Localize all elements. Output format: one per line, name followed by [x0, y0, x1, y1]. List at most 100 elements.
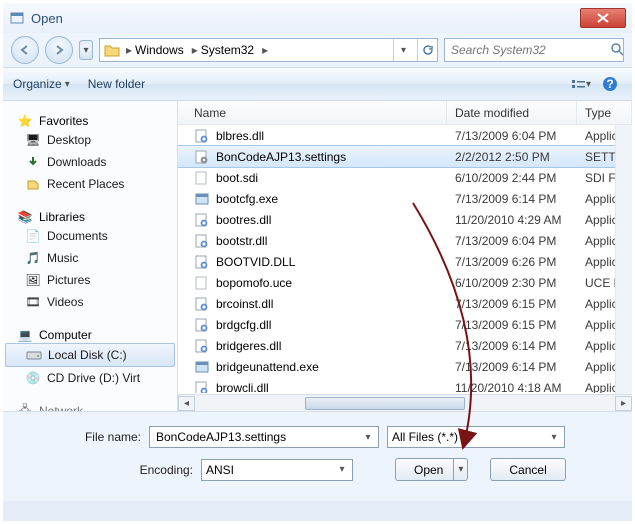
- chevron-down-icon[interactable]: ▾: [334, 462, 350, 478]
- file-icon: [194, 359, 210, 375]
- crumb-windows[interactable]: Windows: [135, 43, 184, 57]
- file-name: brcoinst.dll: [216, 297, 273, 311]
- col-date[interactable]: Date modified: [447, 101, 577, 124]
- file-row[interactable]: bootcfg.exe7/13/2009 6:14 PMApplic: [178, 188, 632, 209]
- encoding-combo[interactable]: ANSI ▾: [201, 459, 353, 481]
- file-icon: [194, 149, 210, 165]
- file-icon: [194, 380, 210, 394]
- file-name: blbres.dll: [216, 129, 264, 143]
- file-date: 7/13/2009 6:15 PM: [447, 297, 577, 311]
- svg-text:?: ?: [606, 77, 613, 91]
- file-name: bridgeres.dll: [216, 339, 281, 353]
- body: ⭐Favorites 🖥Desktop Downloads Recent Pla…: [3, 101, 632, 411]
- file-name: bootcfg.exe: [216, 192, 278, 206]
- file-row[interactable]: boot.sdi6/10/2009 2:44 PMSDI Fil: [178, 167, 632, 188]
- file-row[interactable]: blbres.dll7/13/2009 6:04 PMApplic: [178, 125, 632, 146]
- file-rows[interactable]: blbres.dll7/13/2009 6:04 PMApplicBonCode…: [178, 125, 632, 393]
- refresh-button[interactable]: [417, 39, 437, 61]
- nav-music[interactable]: 🎵Music: [3, 247, 177, 269]
- horizontal-scrollbar[interactable]: ◂ ▸: [178, 394, 632, 411]
- nav-videos[interactable]: 🎞Videos: [3, 291, 177, 313]
- nav-libraries[interactable]: 📚Libraries: [3, 209, 177, 225]
- file-row[interactable]: BonCodeAJP13.settings2/2/2012 2:50 PMSET…: [178, 146, 632, 167]
- file-icon: [194, 233, 210, 249]
- open-button[interactable]: Open▾: [395, 458, 468, 481]
- desktop-icon: 🖥: [25, 132, 41, 148]
- file-row[interactable]: BOOTVID.DLL7/13/2009 6:26 PMApplic: [178, 251, 632, 272]
- window-title: Open: [31, 11, 578, 26]
- search-box[interactable]: [444, 38, 624, 62]
- bottom-panel: File name: ▾ All Files (*.*) ▾ Encoding:…: [3, 411, 632, 501]
- file-row[interactable]: bridgeres.dll7/13/2009 6:14 PMApplic: [178, 335, 632, 356]
- address-bar[interactable]: ▸Windows ▸System32 ▸ ▾: [99, 38, 438, 62]
- encoding-label: Encoding:: [21, 463, 193, 477]
- file-icon: [194, 128, 210, 144]
- col-type[interactable]: Type: [577, 101, 632, 124]
- file-icon: [194, 338, 210, 354]
- file-row[interactable]: bridgeunattend.exe7/13/2009 6:14 PMAppli…: [178, 356, 632, 377]
- open-split-icon[interactable]: ▾: [453, 459, 463, 480]
- organize-menu[interactable]: Organize ▾: [13, 77, 70, 91]
- filename-combo[interactable]: ▾: [149, 426, 379, 448]
- file-name: bootstr.dll: [216, 234, 267, 248]
- scroll-thumb[interactable]: [305, 397, 465, 410]
- file-icon: [194, 212, 210, 228]
- new-folder-button[interactable]: New folder: [88, 77, 145, 91]
- file-name: boot.sdi: [216, 171, 258, 185]
- music-icon: 🎵: [25, 250, 41, 266]
- file-date: 7/13/2009 6:14 PM: [447, 360, 577, 374]
- file-date: 7/13/2009 6:14 PM: [447, 339, 577, 353]
- nav-downloads[interactable]: Downloads: [3, 151, 177, 173]
- nav-pane[interactable]: ⭐Favorites 🖥Desktop Downloads Recent Pla…: [3, 101, 178, 411]
- file-icon: [194, 254, 210, 270]
- scroll-right-button[interactable]: ▸: [615, 396, 632, 411]
- file-row[interactable]: browcli.dll11/20/2010 4:18 AMApplic: [178, 377, 632, 393]
- nav-local-disk-c[interactable]: Local Disk (C:): [5, 343, 175, 367]
- nav-computer[interactable]: 💻Computer: [3, 327, 177, 343]
- col-name[interactable]: Name: [178, 101, 447, 124]
- nav-history-button[interactable]: ▾: [79, 40, 93, 60]
- nav-recent[interactable]: Recent Places: [3, 173, 177, 195]
- open-dialog: Open ▾ ▸Windows ▸System32 ▸ ▾ Organize ▾…: [0, 0, 635, 524]
- computer-icon: 💻: [17, 327, 33, 343]
- file-row[interactable]: bootstr.dll7/13/2009 6:04 PMApplic: [178, 230, 632, 251]
- star-icon: ⭐: [17, 113, 33, 129]
- address-dropdown[interactable]: ▾: [393, 39, 413, 61]
- nav-desktop[interactable]: 🖥Desktop: [3, 129, 177, 151]
- file-date: 11/20/2010 4:29 AM: [447, 213, 577, 227]
- search-icon: [610, 42, 624, 59]
- help-button[interactable]: ?: [598, 73, 622, 95]
- nav-favorites[interactable]: ⭐Favorites: [3, 113, 177, 129]
- close-button[interactable]: [580, 8, 626, 28]
- file-row[interactable]: bootres.dll11/20/2010 4:29 AMApplic: [178, 209, 632, 230]
- nav-pictures[interactable]: 🖼Pictures: [3, 269, 177, 291]
- file-date: 2/2/2012 2:50 PM: [447, 150, 577, 164]
- nav-documents[interactable]: 📄Documents: [3, 225, 177, 247]
- vertical-scrollbar[interactable]: [615, 125, 632, 394]
- network-icon: 🖧: [17, 403, 33, 411]
- scroll-left-button[interactable]: ◂: [178, 396, 195, 411]
- cancel-button[interactable]: Cancel: [490, 458, 565, 481]
- file-date: 6/10/2009 2:44 PM: [447, 171, 577, 185]
- crumb-system32[interactable]: System32: [201, 43, 254, 57]
- recent-icon: [25, 176, 41, 192]
- file-date: 6/10/2009 2:30 PM: [447, 276, 577, 290]
- search-input[interactable]: [449, 42, 610, 58]
- view-options-button[interactable]: ▾: [568, 73, 592, 95]
- file-date: 7/13/2009 6:04 PM: [447, 234, 577, 248]
- chevron-down-icon: ▾: [65, 79, 70, 90]
- videos-icon: 🎞: [25, 294, 41, 310]
- file-row[interactable]: brdgcfg.dll7/13/2009 6:15 PMApplic: [178, 314, 632, 335]
- nav-network[interactable]: 🖧Network: [3, 403, 177, 411]
- file-row[interactable]: bopomofo.uce6/10/2009 2:30 PMUCE Fi: [178, 272, 632, 293]
- nav-forward-button[interactable]: [45, 36, 73, 64]
- nav-back-button[interactable]: [11, 36, 39, 64]
- file-row[interactable]: brcoinst.dll7/13/2009 6:15 PMApplic: [178, 293, 632, 314]
- chevron-down-icon[interactable]: ▾: [546, 429, 562, 445]
- nav-cd-drive[interactable]: 💿CD Drive (D:) Virt: [3, 367, 177, 389]
- filename-input[interactable]: [154, 429, 374, 445]
- file-icon: [194, 317, 210, 333]
- filter-combo[interactable]: All Files (*.*) ▾: [387, 426, 565, 448]
- chevron-down-icon[interactable]: ▾: [360, 429, 376, 445]
- filter-value: All Files (*.*): [392, 430, 560, 444]
